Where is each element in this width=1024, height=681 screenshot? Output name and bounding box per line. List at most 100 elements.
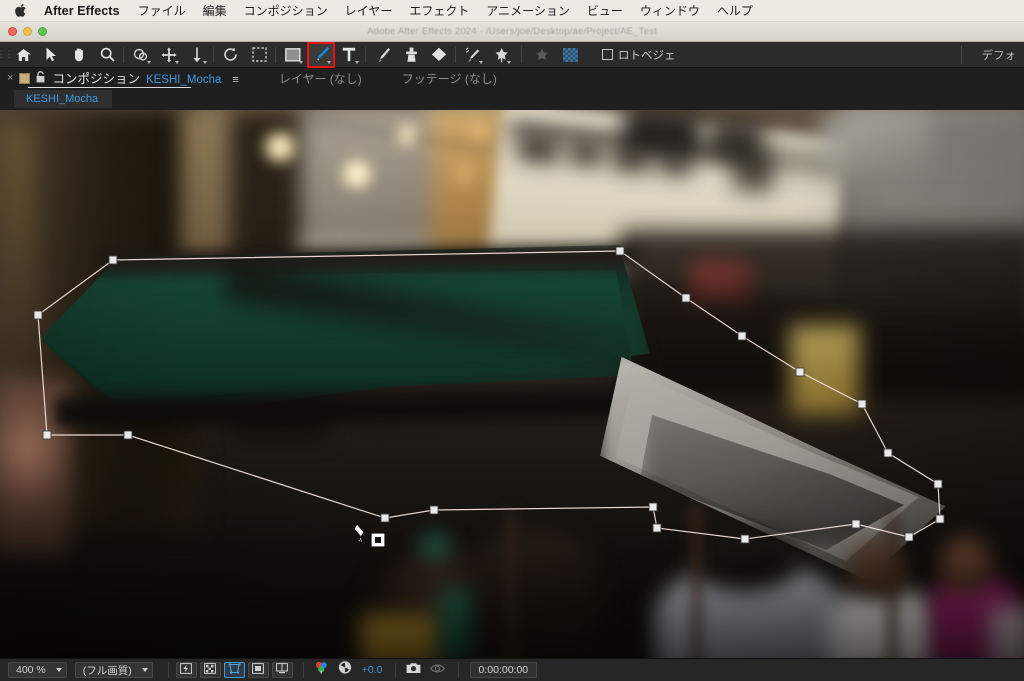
orbit-icon [133, 48, 149, 62]
eye-icon [429, 661, 445, 679]
menu-item-edit[interactable]: 編集 [203, 2, 227, 19]
chevron-down-icon [147, 60, 151, 64]
text-T-icon [342, 47, 356, 62]
menu-item-layer[interactable]: レイヤー [345, 2, 393, 19]
chevron-down-icon [203, 60, 207, 64]
menu-item-effect[interactable]: エフェクト [409, 2, 469, 19]
breadcrumb-item-comp[interactable]: KESHI_Mocha [14, 90, 113, 108]
apple-logo-icon[interactable] [14, 3, 28, 19]
exposure-value[interactable]: +0.0 [362, 664, 383, 676]
status-divider [302, 662, 304, 678]
bounding-box-icon [228, 661, 241, 679]
pan-behind-tool[interactable] [156, 43, 182, 67]
orbit-tool[interactable] [128, 43, 154, 67]
aperture-icon [338, 661, 352, 679]
after-effects-window: After Effects ファイル 編集 コンポジション レイヤー エフェクト… [0, 0, 1024, 681]
menu-item-animation[interactable]: アニメーション [486, 2, 570, 19]
tab-footage[interactable]: フッテージ (なし) [402, 70, 497, 87]
chevron-down-icon [299, 60, 303, 64]
show-snapshot-button[interactable] [427, 662, 448, 678]
timecode-display[interactable]: 0:00:00:00 [469, 662, 538, 678]
home-tool[interactable] [10, 43, 36, 67]
split-view-icon [276, 661, 289, 679]
toolbar-drag-handle[interactable]: ⋮⋮ [0, 42, 14, 68]
view-layout-button[interactable] [271, 661, 293, 679]
zoom-level-selector[interactable]: 400 % [8, 662, 67, 678]
rotate-icon [223, 47, 239, 62]
transparency-grid-button[interactable] [199, 661, 221, 679]
rectangle-icon [285, 47, 301, 62]
macos-menu-bar: After Effects ファイル 編集 コンポジション レイヤー エフェクト… [0, 0, 1024, 22]
channel-button[interactable] [311, 661, 332, 679]
composition-viewer[interactable] [0, 110, 1024, 658]
selection-tool[interactable] [38, 43, 64, 67]
panel-tab-row: × コンポジション KESHI_Mocha ≡ レイヤー (なし) フッテージ … [0, 68, 1024, 88]
rotation-tool[interactable] [218, 43, 244, 67]
clone-stamp-tool[interactable] [398, 43, 424, 67]
close-panel-icon[interactable]: × [7, 72, 13, 84]
grid-tool[interactable] [557, 43, 583, 67]
checker-grid-icon [562, 47, 578, 62]
lightning-square-icon [180, 661, 193, 679]
chevron-down-icon [55, 668, 62, 672]
menu-item-file[interactable]: ファイル [138, 2, 186, 19]
take-snapshot-button[interactable] [403, 662, 424, 678]
favorite-tool[interactable] [529, 43, 555, 67]
rotobezier-checkbox[interactable] [602, 49, 613, 60]
tab-composition[interactable]: コンポジション KESHI_Mocha ≡ [52, 68, 238, 89]
eraser-icon [431, 47, 447, 62]
dolly-tool[interactable] [184, 43, 214, 67]
menu-item-composition[interactable]: コンポジション [244, 2, 328, 19]
eraser-tool[interactable] [426, 43, 456, 67]
exposure-reset-button[interactable] [335, 661, 356, 679]
chevron-down-icon [355, 60, 359, 64]
menu-app-name[interactable]: After Effects [44, 4, 120, 18]
brush-tool[interactable] [370, 43, 396, 67]
rgb-dots-icon [314, 661, 329, 679]
rotobezier-option[interactable]: ロトベジェ [602, 47, 676, 63]
tab-composition-name: KESHI_Mocha [145, 73, 222, 86]
zoom-tool[interactable] [94, 43, 124, 67]
arrow-icon [46, 47, 57, 62]
fast-preview-button[interactable] [175, 661, 197, 679]
chevron-down-icon [479, 60, 483, 64]
hand-tool[interactable] [66, 43, 92, 67]
clone-stamp-icon [404, 47, 419, 63]
menu-item-help[interactable]: ヘルプ [717, 2, 753, 19]
down-arrow-icon [192, 47, 202, 63]
footage-frame [0, 110, 1024, 658]
menu-item-window[interactable]: ウィンドウ [640, 2, 700, 19]
region-of-interest-tool[interactable] [246, 43, 276, 67]
resolution-selector[interactable]: (フル画質) [74, 662, 153, 678]
roto-brush-tool[interactable] [460, 43, 486, 67]
shape-tool[interactable] [280, 43, 306, 67]
inner-rect-icon [252, 661, 265, 679]
dashed-square-icon [251, 47, 267, 62]
tab-layer[interactable]: レイヤー (なし) [279, 70, 362, 87]
magnifier-icon [100, 47, 115, 62]
lock-icon[interactable] [36, 70, 45, 86]
checker-square-icon [204, 661, 217, 679]
comp-view-button[interactable] [223, 661, 245, 679]
region-of-interest-button[interactable] [247, 661, 269, 679]
type-tool[interactable] [336, 43, 366, 67]
home-icon [16, 48, 31, 62]
menu-item-view[interactable]: ビュー [587, 2, 623, 19]
workspace-divider [961, 46, 962, 64]
tab-composition-label: コンポジション [52, 71, 140, 86]
status-divider [394, 662, 396, 678]
panel-menu-icon[interactable]: ≡ [232, 74, 238, 86]
pen-tool[interactable] [307, 41, 335, 68]
window-title-bar: Adobe After Effects 2024 - /Users/joe/De… [0, 22, 1024, 42]
rotobezier-label: ロトベジェ [618, 49, 676, 62]
workspace-selector[interactable]: デフォ [982, 47, 1017, 63]
resolution-value: (フル画質) [82, 664, 132, 677]
tools-panel: ⋮⋮ ロトベジェ デフォ [0, 41, 1024, 68]
composition-swatch-icon [19, 72, 31, 84]
puppet-pin-tool[interactable] [488, 43, 514, 67]
camera-icon [406, 661, 421, 679]
hand-icon [72, 47, 87, 62]
status-divider [457, 662, 459, 678]
breadcrumb: KESHI_Mocha [0, 88, 1024, 110]
zoom-level-value: 400 % [16, 664, 46, 676]
